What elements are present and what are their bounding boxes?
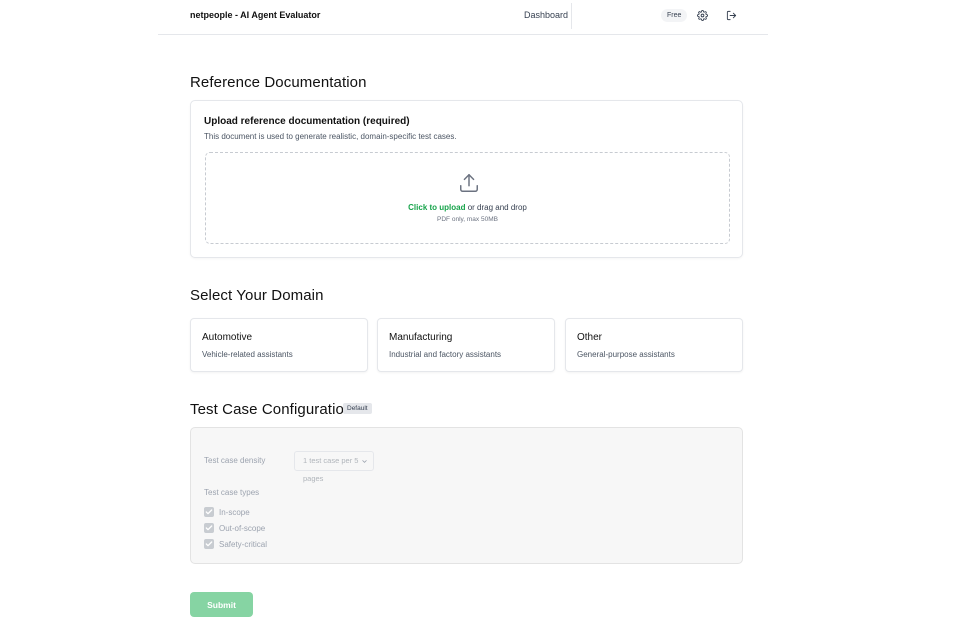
density-select-value: 1 test case per 5 pages bbox=[303, 456, 359, 483]
upload-instruction-rest: or drag and drop bbox=[465, 203, 527, 212]
domain-option-other[interactable]: Other General-purpose assistants bbox=[565, 318, 743, 372]
upload-dropzone[interactable]: Click to upload or drag and drop PDF onl… bbox=[205, 152, 730, 244]
default-badge: Default bbox=[343, 403, 372, 414]
submit-button[interactable]: Submit bbox=[190, 592, 253, 617]
domain-description: Industrial and factory assistants bbox=[389, 350, 502, 359]
domain-name: Manufacturing bbox=[389, 332, 453, 343]
domain-name: Automotive bbox=[202, 332, 253, 343]
logout-button[interactable] bbox=[725, 9, 737, 21]
checkbox-row-safety-critical[interactable]: Safety-critical bbox=[204, 538, 267, 550]
settings-button[interactable] bbox=[696, 9, 708, 21]
checkmark-icon bbox=[205, 509, 213, 515]
app-title: netpeople - AI Agent Evaluator bbox=[190, 10, 321, 20]
domain-option-manufacturing[interactable]: Manufacturing Industrial and factory ass… bbox=[377, 318, 555, 372]
checkmark-icon bbox=[205, 525, 213, 531]
checkmark-icon bbox=[205, 541, 213, 547]
density-select[interactable]: 1 test case per 5 pages bbox=[294, 451, 374, 483]
checkbox-row-in-scope[interactable]: In-scope bbox=[204, 506, 250, 518]
checkbox-in-scope[interactable] bbox=[204, 507, 214, 517]
domain-description: Vehicle-related assistants bbox=[202, 350, 293, 359]
top-header: netpeople - AI Agent Evaluator Dashboard… bbox=[158, 0, 768, 35]
nav-divider bbox=[571, 3, 572, 29]
checkbox-label: Safety-critical bbox=[219, 539, 268, 549]
logout-icon bbox=[726, 10, 736, 20]
domain-name: Other bbox=[577, 332, 603, 343]
upload-description: This document is used to generate realis… bbox=[204, 132, 457, 141]
types-label: Test case types bbox=[204, 488, 260, 497]
config-card: Test case density 1 test case per 5 page… bbox=[190, 427, 743, 564]
checkbox-out-of-scope[interactable] bbox=[204, 523, 214, 533]
reference-section-title: Reference Documentation bbox=[190, 74, 367, 91]
checkbox-label: Out-of-scope bbox=[219, 523, 266, 533]
upload-icon bbox=[460, 174, 478, 192]
config-section-title: Test Case Configuration bbox=[190, 401, 353, 418]
checkbox-label: In-scope bbox=[219, 507, 250, 517]
upload-title: Upload reference documentation (required… bbox=[204, 116, 410, 127]
density-label: Test case density bbox=[204, 456, 266, 465]
plan-badge: Free bbox=[661, 9, 688, 22]
upload-instruction: Click to upload or drag and drop bbox=[206, 203, 729, 212]
nav-dashboard-link[interactable]: Dashboard bbox=[524, 10, 568, 20]
click-to-upload-link[interactable]: Click to upload bbox=[408, 203, 465, 212]
chevron-down-icon bbox=[362, 460, 367, 463]
checkbox-row-out-of-scope[interactable]: Out-of-scope bbox=[204, 522, 265, 534]
checkbox-safety-critical[interactable] bbox=[204, 539, 214, 549]
domain-section-title: Select Your Domain bbox=[190, 287, 324, 304]
gear-icon bbox=[696, 9, 708, 21]
domain-option-automotive[interactable]: Automotive Vehicle-related assistants bbox=[190, 318, 368, 372]
upload-hint: PDF only, max 50MB bbox=[437, 216, 498, 223]
domain-description: General-purpose assistants bbox=[577, 350, 675, 359]
upload-card: Upload reference documentation (required… bbox=[190, 100, 743, 258]
